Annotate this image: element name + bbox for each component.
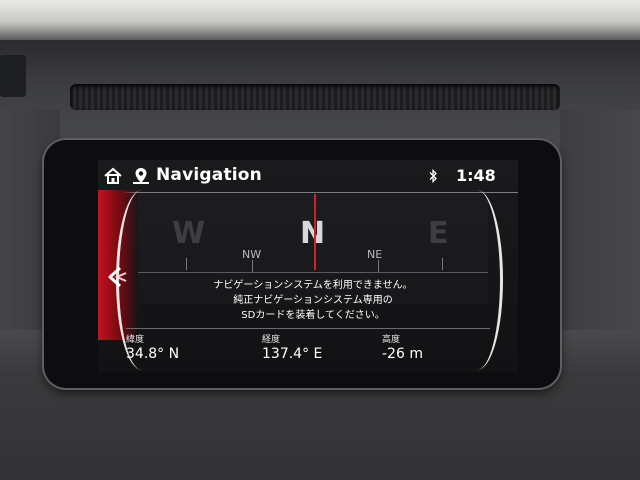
page-title: Navigation [156,165,262,185]
header-divider [98,192,518,193]
altitude-label: 高度 [382,335,401,345]
back-arrow-icon[interactable] [104,264,130,290]
compass-north: N [300,216,326,251]
altitude-readout: 高度 -26 m [382,332,423,362]
dashboard-right [560,110,640,350]
bluetooth-icon [429,169,437,183]
altitude-value: -26 m [382,346,423,362]
dash-knob [0,55,26,97]
latitude-readout: 緯度 34.8° N [126,332,179,362]
latitude-label: 緯度 [126,335,145,345]
message-line: ナビゲーションシステムを利用できません。 [213,280,413,291]
compass-east: E [428,216,449,251]
navigation-icon [133,168,149,184]
longitude-label: 経度 [262,335,281,345]
header-bar: Navigation 1:48 [98,160,518,192]
compass-northeast: NE [367,248,383,261]
compass-tick [378,260,379,272]
home-icon[interactable] [104,167,122,185]
clock: 1:48 [456,166,496,185]
unavailable-message: ナビゲーションシステムを利用できません。 純正ナビゲーションシステム専用の SD… [158,278,468,323]
heading-marker [314,194,316,270]
compass-scale-line [138,272,488,273]
info-divider [126,328,490,329]
compass-tick [252,260,253,272]
compass-west: W [172,216,206,251]
message-line: SDカードを装着してください。 [241,310,385,321]
infotainment-screen: Navigation 1:48 W N E NW NE ナビゲーションシステムを… [98,160,518,372]
air-vent [70,84,560,110]
compass-tick [186,258,187,270]
longitude-value: 137.4° E [262,346,323,362]
compass-tick [442,258,443,270]
message-line: 純正ナビゲーションシステム専用の [233,295,393,306]
longitude-readout: 経度 137.4° E [262,332,322,362]
latitude-value: 34.8° N [126,346,180,362]
